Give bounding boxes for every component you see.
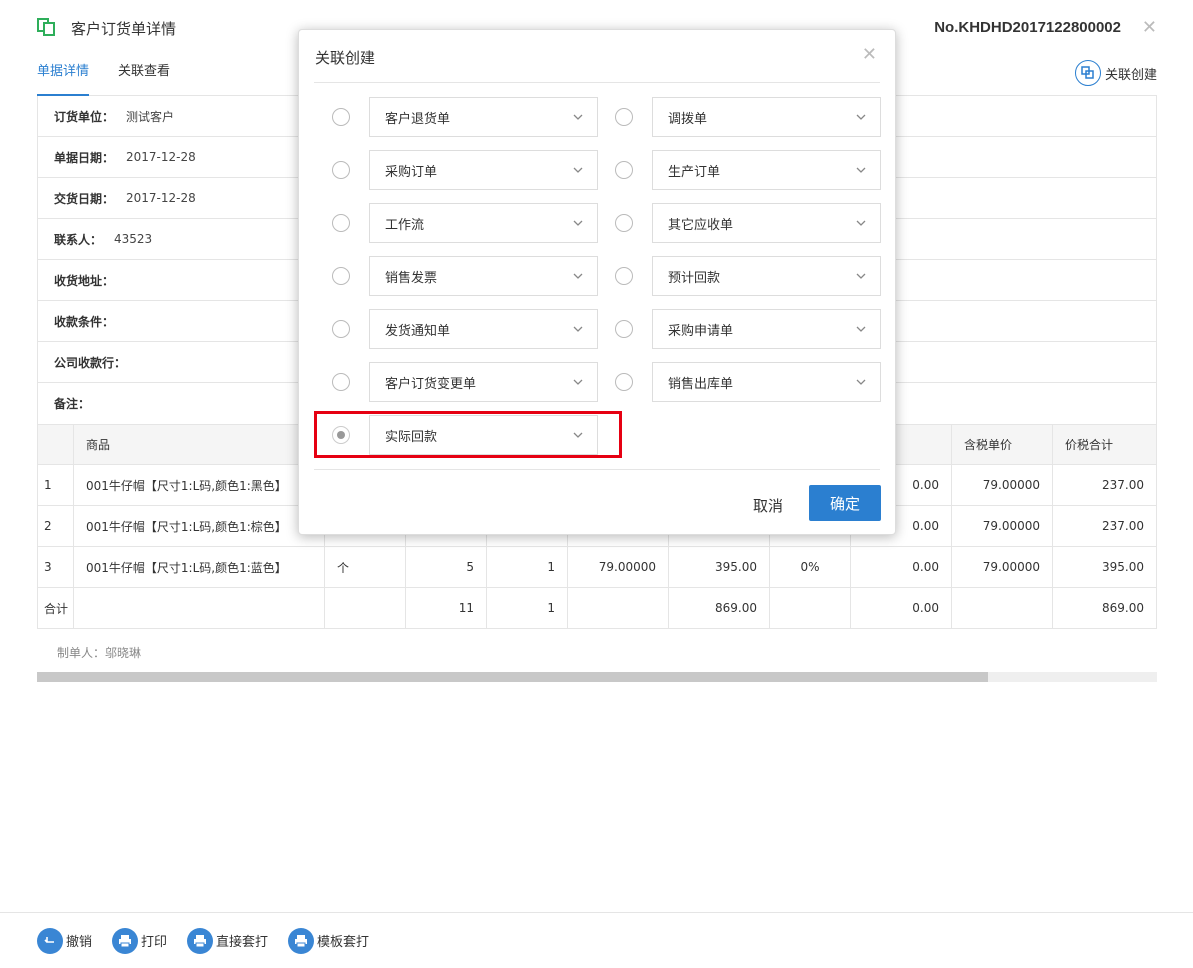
option-select[interactable]: 其它应收单 — [652, 203, 881, 243]
chevron-down-icon — [573, 273, 583, 279]
chevron-down-icon — [573, 326, 583, 332]
option-purchase-order: 采购订单 — [332, 150, 598, 190]
chevron-down-icon — [573, 114, 583, 120]
radio-button[interactable] — [615, 214, 633, 232]
option-select[interactable]: 生产订单 — [652, 150, 881, 190]
table-header-cell: 商品 — [74, 425, 325, 464]
option-purchase-request: 采购申请单 — [615, 309, 881, 349]
related-create-link[interactable]: 关联创建 — [1074, 60, 1157, 86]
option-select[interactable]: 客户退货单 — [369, 97, 598, 137]
radio-button[interactable] — [332, 214, 350, 232]
chevron-down-icon — [856, 220, 866, 226]
cancel-button[interactable]: 取消 — [753, 495, 783, 516]
option-delivery-notice: 发货通知单 — [332, 309, 598, 349]
option-production-order: 生产订单 — [615, 150, 881, 190]
scrollbar-thumb[interactable] — [37, 672, 988, 682]
radio-button[interactable] — [615, 373, 633, 391]
related-create-label: 关联创建 — [1104, 67, 1157, 83]
option-select[interactable]: 工作流 — [369, 203, 598, 243]
document-maker: 制单人：邬晓琳 — [57, 646, 142, 660]
option-customer-return: 客户退货单 — [332, 97, 598, 137]
close-icon[interactable]: ✕ — [1142, 17, 1157, 38]
highlight-box — [314, 411, 622, 458]
chevron-down-icon — [856, 379, 866, 385]
table-header-cell: 含税单价 — [952, 425, 1053, 464]
horizontal-scrollbar[interactable] — [37, 672, 1157, 682]
undo-icon — [37, 927, 63, 954]
option-select[interactable]: 预计回款 — [652, 256, 881, 296]
tab-document-details[interactable]: 单据详情 — [37, 60, 90, 96]
table-total-row: 合计 11 1 869.00 0.00 869.00 — [37, 588, 1157, 629]
option-transfer: 调拨单 — [615, 97, 881, 137]
option-expected-payment: 预计回款 — [615, 256, 881, 296]
confirm-button[interactable]: 确定 — [809, 485, 881, 521]
printer-icon — [187, 927, 214, 954]
dialog-title: 关联创建 — [315, 49, 376, 67]
printer-icon — [288, 927, 315, 954]
template-print-button[interactable]: 模板套打 — [288, 927, 369, 954]
option-select[interactable]: 客户订货变更单 — [369, 362, 598, 402]
option-select[interactable]: 调拨单 — [652, 97, 881, 137]
option-other-receivable: 其它应收单 — [615, 203, 881, 243]
radio-button[interactable] — [615, 108, 633, 126]
chevron-down-icon — [856, 114, 866, 120]
radio-button[interactable] — [615, 161, 633, 179]
printer-icon — [112, 927, 139, 954]
document-copy-icon — [37, 18, 55, 36]
table-row: 3 001牛仔帽【尺寸1:L码,颜色1:蓝色】 个 5 1 79.00000 3… — [37, 547, 1157, 588]
related-create-dialog: 关联创建 ✕ 客户退货单 调拨单 采购订单 生产订单 工作流 其它应收单 销售发… — [298, 29, 896, 535]
radio-button[interactable] — [332, 373, 350, 391]
radio-button[interactable] — [332, 108, 350, 126]
chevron-down-icon — [573, 167, 583, 173]
radio-button[interactable] — [332, 267, 350, 285]
link-create-icon — [1074, 60, 1101, 86]
divider — [314, 82, 880, 83]
footer-toolbar: 撤销 打印 直接套打 模板套打 — [0, 912, 1193, 968]
divider — [314, 469, 880, 470]
option-select[interactable]: 销售出库单 — [652, 362, 881, 402]
table-header-cell — [37, 425, 74, 464]
direct-print-button[interactable]: 直接套打 — [187, 927, 268, 954]
page-title: 客户订货单详情 — [71, 20, 177, 38]
chevron-down-icon — [856, 273, 866, 279]
chevron-down-icon — [856, 167, 866, 173]
option-sales-outbound: 销售出库单 — [615, 362, 881, 402]
radio-button[interactable] — [332, 320, 350, 338]
close-icon[interactable]: ✕ — [862, 44, 877, 65]
option-select[interactable]: 采购订单 — [369, 150, 598, 190]
option-sales-invoice: 销售发票 — [332, 256, 598, 296]
option-order-change: 客户订货变更单 — [332, 362, 598, 402]
radio-button[interactable] — [615, 267, 633, 285]
option-select[interactable]: 销售发票 — [369, 256, 598, 296]
table-header-cell: 价税合计 — [1053, 425, 1157, 464]
option-workflow: 工作流 — [332, 203, 598, 243]
radio-button[interactable] — [615, 320, 633, 338]
document-number: No.KHDHD2017122800002 — [934, 19, 1121, 36]
radio-button[interactable] — [332, 161, 350, 179]
chevron-down-icon — [856, 326, 866, 332]
option-select[interactable]: 发货通知单 — [369, 309, 598, 349]
chevron-down-icon — [573, 379, 583, 385]
tab-related-view[interactable]: 关联查看 — [118, 60, 170, 96]
undo-button[interactable]: 撤销 — [37, 927, 92, 954]
chevron-down-icon — [573, 220, 583, 226]
print-button[interactable]: 打印 — [112, 927, 167, 954]
option-select[interactable]: 采购申请单 — [652, 309, 881, 349]
